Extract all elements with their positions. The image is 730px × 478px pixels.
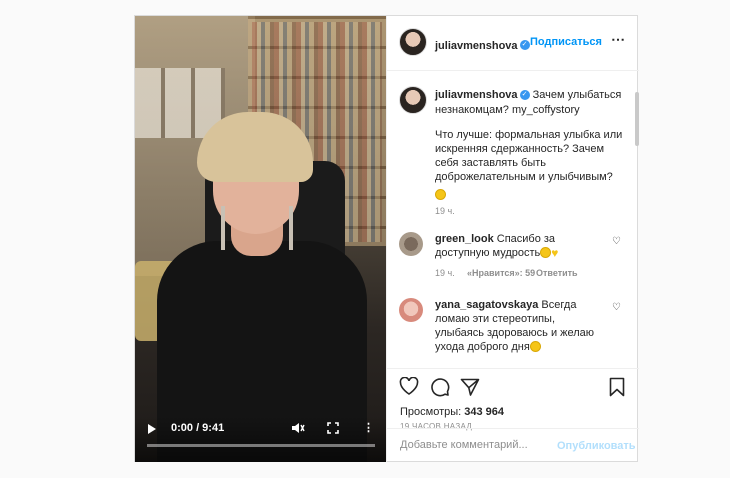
comment-2-text3: улыбаясь здороваюсь и желаю <box>435 327 595 339</box>
comment-1-text2: доступную мудрость <box>435 247 541 259</box>
yellow-heart-icon: ♥ <box>551 246 559 260</box>
comment-1-username[interactable]: green_look <box>435 233 494 245</box>
comment-2-username[interactable]: yana_sagatovskaya <box>435 299 538 311</box>
caption-text-line1: Зачем улыбаться <box>532 89 622 101</box>
verified-badge-icon: ✓ <box>519 39 530 50</box>
caption-header: juliavmenshova ✓ Зачем улыбаться <box>435 88 630 102</box>
caption-text-line2: незнакомцам? my_coffystory <box>435 104 580 116</box>
publish-button[interactable]: Опубликовать <box>557 440 636 452</box>
comment-2-text4: ухода доброго дня <box>435 341 530 353</box>
more-vertical-icon[interactable]: ⋮ <box>363 421 374 434</box>
fullscreen-icon[interactable] <box>327 422 339 437</box>
caption-body-line3: себя заставлять быть <box>435 157 547 169</box>
views-count: Просмотры: 343 964 <box>400 406 504 418</box>
earring-right <box>289 206 293 250</box>
comment-2-text2: ломаю эти стереотипы, <box>435 313 556 325</box>
follow-button[interactable]: Подписаться <box>530 36 602 48</box>
comment-icon[interactable] <box>430 377 450 401</box>
avatar[interactable] <box>399 86 427 114</box>
post-header: juliavmenshova✓ • Подписаться ⋯ <box>387 16 639 71</box>
video-progress-bar[interactable] <box>147 444 375 447</box>
comment-1-time[interactable]: 19 ч. <box>435 268 455 278</box>
comment-1-likes[interactable]: «Нравится»: 59 <box>467 268 535 278</box>
views-value: 343 964 <box>464 406 505 418</box>
video-time: 0:00 / 9:41 <box>171 422 225 434</box>
video-player[interactable]: 0:00 / 9:41 ⋮ <box>135 16 386 462</box>
scrollbar[interactable] <box>635 92 639 146</box>
comment-1-text1: Спасибо за <box>496 233 556 245</box>
share-icon[interactable] <box>460 377 480 401</box>
comment-2-line4: ухода доброго дня <box>435 340 541 354</box>
post-side-panel: juliavmenshova✓ • Подписаться ⋯ juliavme… <box>386 16 639 462</box>
heart-icon[interactable] <box>399 376 419 399</box>
caption-username[interactable]: juliavmenshova <box>435 89 518 101</box>
smile-emoji-icon <box>529 341 541 352</box>
header-username[interactable]: juliavmenshova <box>435 40 518 52</box>
earring-left <box>221 206 225 250</box>
comment-like-heart-icon[interactable]: ♡ <box>612 236 621 247</box>
instagram-post: 0:00 / 9:41 ⋮ juliavmenshova✓ • Подписат… <box>134 15 639 462</box>
smile-emoji-icon <box>435 185 446 203</box>
smile-emoji-icon <box>540 247 552 258</box>
comment-1-line1: green_look Спасибо за <box>435 232 555 246</box>
caption-time[interactable]: 19 ч. <box>435 206 455 216</box>
comment-like-heart-icon[interactable]: ♡ <box>612 302 621 313</box>
add-comment-bar: Опубликовать <box>387 428 639 462</box>
comment-2-line1: yana_sagatovskaya Всегда <box>435 298 576 312</box>
avatar[interactable] <box>399 232 423 256</box>
caption-body-line1: Что лучше: формальная улыбка или <box>435 129 623 141</box>
comment-2-text1: Всегда <box>541 299 577 311</box>
bookmark-icon[interactable] <box>609 377 625 401</box>
avatar[interactable] <box>399 28 427 56</box>
caption-body-line4: доброжелательным и улыбчивым? <box>435 171 613 183</box>
mute-icon[interactable] <box>291 422 305 437</box>
header-user: juliavmenshova ✓ <box>435 36 530 54</box>
views-label: Просмотры: <box>400 406 462 418</box>
post-actions: Просмотры: 343 964 19 ЧАСОВ НАЗАД <box>387 368 639 431</box>
comment-input[interactable] <box>400 439 550 451</box>
more-options-icon[interactable]: ⋯ <box>611 31 626 48</box>
comment-1-line2: доступную мудрость ♥ <box>435 246 558 260</box>
verified-badge-icon: ✓ <box>519 90 530 101</box>
avatar[interactable] <box>399 298 423 322</box>
comments-list: juliavmenshova ✓ Зачем улыбаться незнаком… <box>387 72 639 368</box>
comment-1-reply-button[interactable]: Ответить <box>536 268 578 278</box>
caption-body-line2: искренняя сдержанность? Зачем <box>435 143 605 155</box>
play-icon[interactable] <box>148 424 156 434</box>
